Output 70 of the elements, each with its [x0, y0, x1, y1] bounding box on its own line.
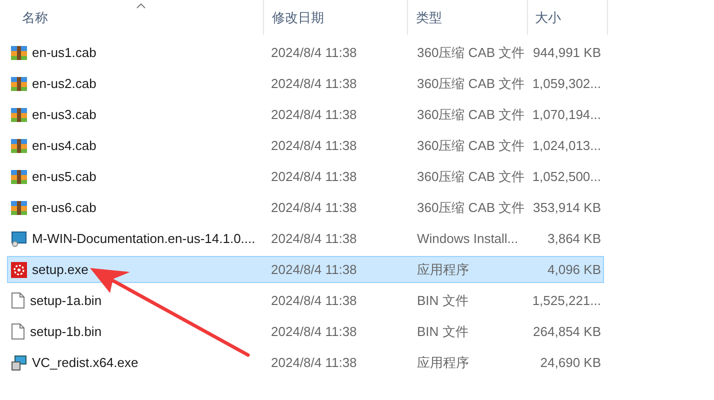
file-name: en-us6.cab [32, 198, 96, 217]
file-name: en-us4.cab [32, 136, 96, 155]
archive-icon [11, 138, 27, 154]
file-date: 2024/8/4 11:38 [271, 76, 357, 91]
file-row[interactable]: en-us3.cab 2024/8/4 11:38 360压缩 CAB 文件 1,070,194... [7, 101, 604, 128]
file-row[interactable]: en-us2.cab 2024/8/4 11:38 360压缩 CAB 文件 1,059,302... [7, 70, 604, 97]
file-row[interactable]: en-us1.cab 2024/8/4 11:38 360压缩 CAB 文件 944,991 KB [7, 39, 604, 66]
file-size: 3,864 KB [548, 230, 601, 246]
archive-icon [11, 200, 27, 216]
file-type: 应用程序 [417, 354, 469, 370]
file-name: setup-1b.bin [30, 322, 102, 341]
file-icon [11, 323, 25, 340]
file-row[interactable]: setup-1b.bin 2024/8/4 11:38 BIN 文件 264,854 KB [7, 318, 604, 345]
file-type: 360压缩 CAB 文件 [417, 138, 525, 153]
file-date: 2024/8/4 11:38 [271, 44, 357, 60]
file-row[interactable]: en-us5.cab 2024/8/4 11:38 360压缩 CAB 文件 1,052,500... [7, 163, 604, 190]
file-type: Windows Install... [417, 230, 518, 246]
column-header[interactable]: 名称 [22, 8, 48, 27]
file-size: 24,690 KB [540, 354, 601, 370]
file-size: 1,024,013... [532, 138, 601, 153]
file-type: BIN 文件 [417, 324, 468, 339]
file-size: 264,854 KB [533, 324, 601, 339]
file-name: en-us2.cab [32, 74, 96, 93]
file-type: 应用程序 [417, 262, 469, 277]
file-type: 360压缩 CAB 文件 [417, 168, 525, 184]
file-row[interactable]: M-WIN-Documentation.en-us-14.1.0.... 2024/8/4 11:38 Windows Install... 3,864 KB [7, 225, 604, 252]
file-size: 4,096 KB [548, 262, 601, 277]
installer-icon [11, 230, 27, 246]
application-icon [11, 262, 27, 278]
file-name: setup.exe [32, 260, 88, 279]
archive-icon [11, 76, 27, 92]
file-type: 360压缩 CAB 文件 [417, 44, 525, 60]
file-type: BIN 文件 [417, 292, 468, 308]
file-name: setup-1a.bin [30, 292, 102, 310]
file-name: en-us3.cab [32, 106, 96, 124]
package-icon [11, 354, 27, 370]
column-header[interactable]: 修改日期 [272, 8, 324, 27]
file-row[interactable]: en-us6.cab 2024/8/4 11:38 360压缩 CAB 文件 353,914 KB [7, 194, 604, 221]
file-name: en-us1.cab [32, 44, 96, 62]
archive-icon [11, 44, 27, 60]
file-row[interactable]: en-us4.cab 2024/8/4 11:38 360压缩 CAB 文件 1,024,013... [7, 132, 604, 159]
file-size: 1,052,500... [532, 168, 601, 184]
file-type: 360压缩 CAB 文件 [417, 200, 525, 215]
file-date: 2024/8/4 11:38 [271, 106, 357, 122]
file-row[interactable]: setup.exe 2024/8/4 11:38 应用程序 4,096 KB [7, 256, 604, 283]
file-icon [11, 292, 25, 309]
file-date: 2024/8/4 11:38 [271, 200, 357, 215]
file-size: 1,070,194... [532, 106, 601, 122]
file-name: M-WIN-Documentation.en-us-14.1.0.... [32, 230, 256, 248]
file-date: 2024/8/4 11:38 [271, 230, 357, 246]
file-row[interactable]: setup-1a.bin 2024/8/4 11:38 BIN 文件 1,525,221... [7, 287, 604, 314]
file-date: 2024/8/4 11:38 [271, 324, 357, 339]
column-header[interactable]: 大小 [535, 8, 561, 27]
archive-icon [11, 106, 27, 122]
file-size: 944,991 KB [533, 44, 601, 60]
file-name: en-us5.cab [32, 168, 96, 186]
file-type: 360压缩 CAB 文件 [417, 106, 525, 122]
file-type: 360压缩 CAB 文件 [417, 76, 525, 91]
file-size: 353,914 KB [533, 200, 601, 215]
file-row[interactable]: VC_redist.x64.exe 2024/8/4 11:38 应用程序 24,690 KB [7, 349, 604, 376]
file-date: 2024/8/4 11:38 [271, 168, 357, 184]
column-header[interactable]: 类型 [416, 8, 442, 27]
file-date: 2024/8/4 11:38 [271, 138, 357, 153]
file-size: 1,059,302... [532, 76, 601, 91]
file-date: 2024/8/4 11:38 [271, 262, 357, 277]
file-name: VC_redist.x64.exe [32, 354, 138, 372]
file-date: 2024/8/4 11:38 [271, 292, 357, 308]
file-size: 1,525,221... [532, 292, 601, 308]
file-date: 2024/8/4 11:38 [271, 354, 357, 370]
archive-icon [11, 168, 27, 184]
